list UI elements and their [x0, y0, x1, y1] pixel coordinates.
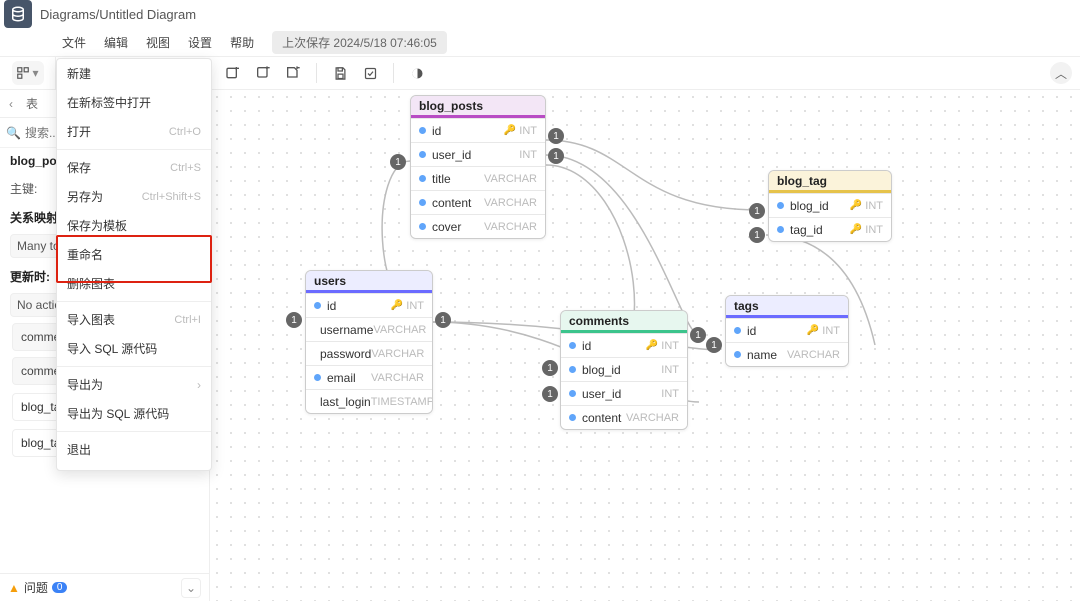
sidebar-back-icon[interactable]: ‹ [0, 97, 22, 111]
file-dropdown: 新建 在新标签中打开 打开Ctrl+O 保存Ctrl+S 另存为Ctrl+Shi… [56, 58, 212, 471]
last-saved-chip: 上次保存 2024/5/18 07:46:05 [272, 31, 447, 54]
menu-view[interactable]: 视图 [146, 34, 170, 51]
port: 1 [690, 327, 706, 343]
port: 1 [749, 227, 765, 243]
dd-new[interactable]: 新建 [57, 59, 211, 88]
sidebar-footer: ▲ 问题 0 ⌄ [0, 573, 209, 601]
dd-save-as[interactable]: 另存为Ctrl+Shift+S [57, 182, 211, 211]
port: 1 [542, 386, 558, 402]
menu-file[interactable]: 文件 [62, 34, 86, 51]
save-icon[interactable] [329, 62, 351, 84]
entity-title: comments [561, 311, 687, 333]
dd-import-diagram[interactable]: 导入图表Ctrl+I [57, 305, 211, 334]
key-icon: 🔑 [504, 125, 516, 136]
dd-export-sql[interactable]: 导出为 SQL 源代码 [57, 399, 211, 428]
footer-expand-icon[interactable]: ⌄ [181, 578, 201, 598]
key-icon: 🔑 [646, 340, 658, 351]
menu-help[interactable]: 帮助 [230, 34, 254, 51]
entity-title: blog_posts [411, 96, 545, 118]
key-icon: 🔑 [850, 200, 862, 211]
dd-import-sql[interactable]: 导入 SQL 源代码 [57, 334, 211, 363]
port: 1 [286, 312, 302, 328]
dd-rename[interactable]: 重命名 [57, 240, 211, 269]
port: 1 [706, 337, 722, 353]
pk-label: 主键: [10, 180, 37, 197]
port: 1 [749, 203, 765, 219]
dd-delete[interactable]: 删除图表 [57, 269, 211, 298]
menubar: 文件 编辑 视图 设置 帮助 上次保存 2024/5/18 07:46:05 [0, 28, 1080, 56]
dd-open[interactable]: 打开Ctrl+O [57, 117, 211, 146]
add-area-icon[interactable] [282, 62, 304, 84]
add-table-icon[interactable] [222, 62, 244, 84]
entity-tags[interactable]: tags id🔑INT nameVARCHAR [725, 295, 849, 367]
menu-settings[interactable]: 设置 [188, 34, 212, 51]
dd-save[interactable]: 保存Ctrl+S [57, 153, 211, 182]
key-icon: 🔑 [391, 300, 403, 311]
add-note-icon[interactable] [252, 62, 274, 84]
rel-label: 关系映射: [10, 209, 62, 226]
port: 1 [435, 312, 451, 328]
collapse-panel-button[interactable]: ︿ [1050, 62, 1072, 84]
titlebar: Diagrams/Untitled Diagram [0, 0, 1080, 28]
search-icon: 🔍 [6, 126, 21, 140]
entity-title: blog_tag [769, 171, 891, 193]
layout-button[interactable]: ▾ [12, 61, 44, 85]
app-logo [4, 0, 32, 28]
entity-blog-posts[interactable]: blog_posts id🔑INT user_idINT titleVARCHA… [410, 95, 546, 239]
issues-label[interactable]: 问题 [24, 579, 48, 596]
warning-icon: ▲ [8, 581, 20, 595]
canvas[interactable]: blog_posts id🔑INT user_idINT titleVARCHA… [210, 90, 1080, 601]
key-icon: 🔑 [850, 224, 862, 235]
port: 1 [548, 148, 564, 164]
page-title: Diagrams/Untitled Diagram [40, 7, 196, 22]
issues-count: 0 [52, 582, 68, 593]
port: 1 [542, 360, 558, 376]
entity-title: tags [726, 296, 848, 318]
entity-users[interactable]: users id🔑INT usernameVARCHAR passwordVAR… [305, 270, 433, 414]
tasks-icon[interactable] [359, 62, 381, 84]
port: 1 [390, 154, 406, 170]
port: 1 [548, 128, 564, 144]
entity-blog-tag[interactable]: blog_tag blog_id🔑INT tag_id🔑INT [768, 170, 892, 242]
theme-icon[interactable] [406, 62, 428, 84]
dd-export-as[interactable]: 导出为 [57, 370, 211, 399]
menu-edit[interactable]: 编辑 [104, 34, 128, 51]
entity-comments[interactable]: comments id🔑INT blog_idINT user_idINT co… [560, 310, 688, 430]
dd-save-tpl[interactable]: 保存为模板 [57, 211, 211, 240]
dd-exit[interactable]: 退出 [57, 435, 211, 464]
upd-label: 更新时: [10, 268, 50, 285]
key-icon: 🔑 [807, 325, 819, 336]
dd-open-new-tab[interactable]: 在新标签中打开 [57, 88, 211, 117]
entity-title: users [306, 271, 432, 293]
